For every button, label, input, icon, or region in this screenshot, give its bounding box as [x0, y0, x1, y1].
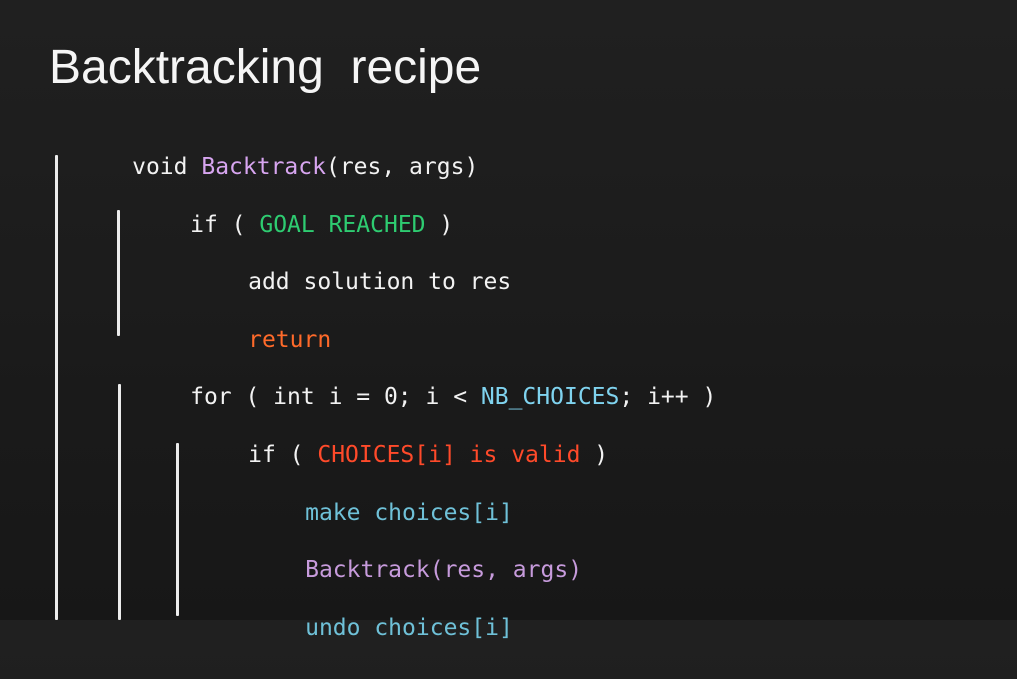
slide: Backtracking recipe void Backtrack(res, … [0, 0, 1017, 641]
code-line-function-signature: void Backtrack(res, args) [49, 116, 478, 180]
indent-guide-function-body [55, 155, 58, 620]
code-line-if-goal: if ( GOAL REACHED ) [107, 174, 453, 238]
code-for-tail: ; i++ ) [619, 384, 717, 410]
code-line-undo-choice: undo choices[i] [222, 577, 513, 641]
code-undo-choice: undo choices[i] [305, 615, 513, 641]
code-line-add-solution: add solution to res [165, 231, 511, 295]
code-line-recursive-call: Backtrack(res, args) [222, 519, 582, 583]
indent-guide-if-body [117, 210, 120, 336]
slide-title: Backtracking recipe [49, 41, 482, 94]
indent-guide-for-body [118, 384, 121, 620]
code-paren-close: ) [580, 442, 609, 468]
code-line-return: return [165, 289, 331, 353]
indent-guide-inner-if-body [176, 443, 179, 616]
code-line-make-choice: make choices[i] [222, 462, 513, 526]
code-line-if-valid: if ( CHOICES[i] is valid ) [165, 404, 608, 468]
code-line-for-loop: for ( int i = 0; i < NB_CHOICES; i++ ) [107, 346, 716, 410]
